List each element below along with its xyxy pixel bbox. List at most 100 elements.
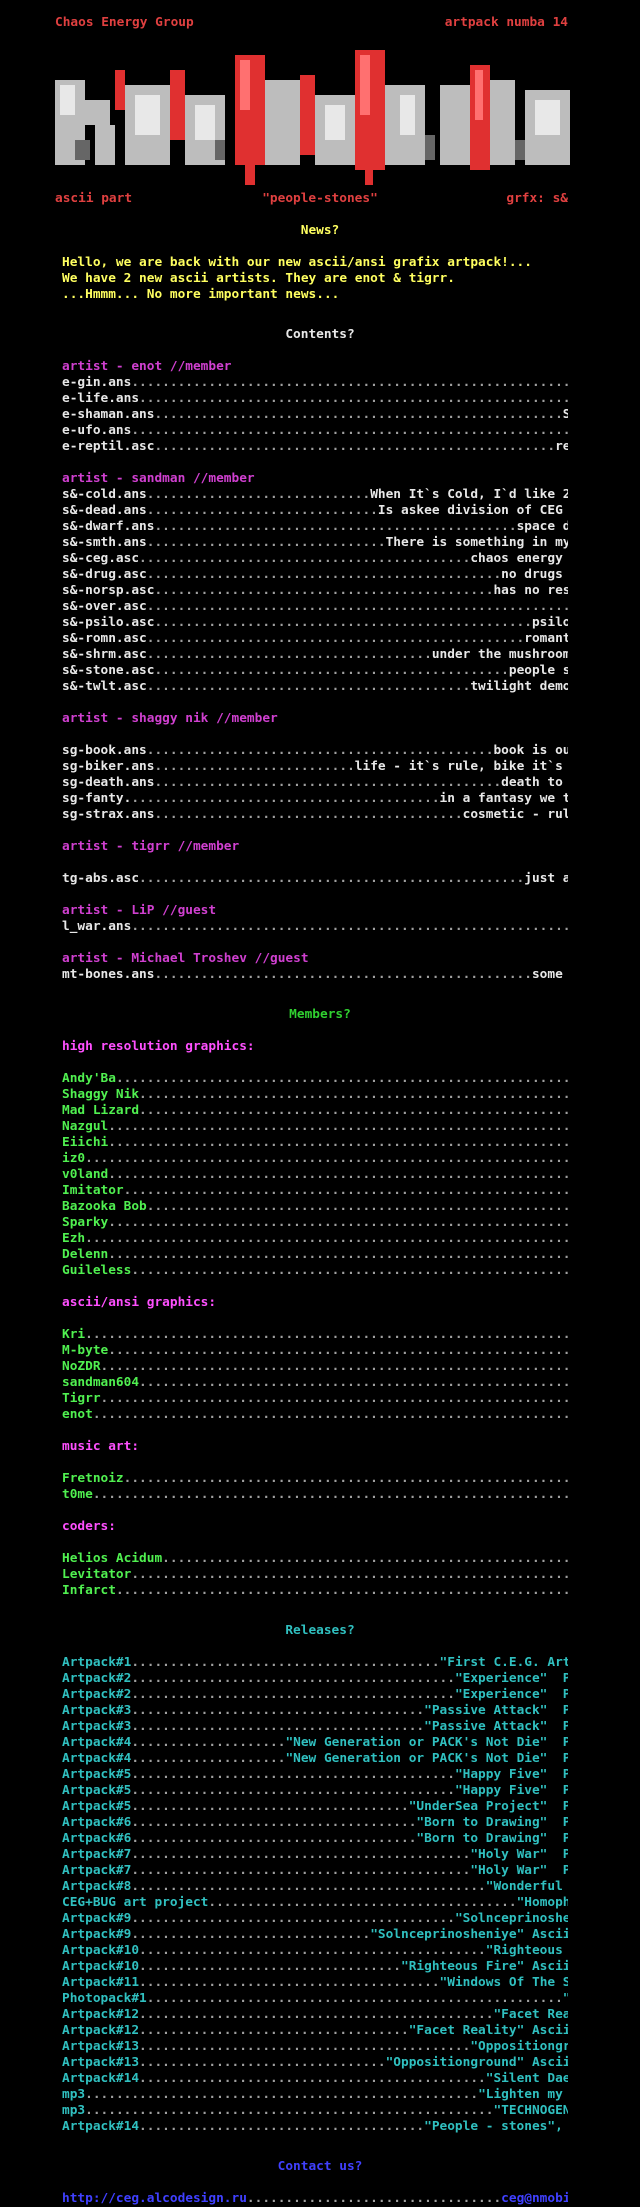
entry-name: sandman604 bbox=[62, 1375, 140, 1390]
contact-row[interactable]: http://ceg.alcodesign.ru................… bbox=[62, 2191, 568, 2207]
entry-name: Artpack#4 bbox=[62, 1735, 132, 1750]
leader-dots: ....................................... bbox=[139, 1975, 440, 1990]
entry-name: Sparky bbox=[62, 1215, 109, 1230]
entry-name: s&-norsp.asc bbox=[62, 583, 155, 598]
contents-title: Contents? bbox=[285, 327, 355, 342]
artist-heading: artist - LiP //guest bbox=[62, 903, 217, 918]
entry-value: "New Generation or PACK's Not Die" Part … bbox=[285, 1751, 568, 1766]
entry-name: e-ufo.ans bbox=[62, 423, 132, 438]
news-line: We have 2 new ascii artists. They are en… bbox=[62, 271, 455, 286]
member-row: Levitator...............................… bbox=[62, 1567, 568, 1583]
entry-name: CEG+BUG art project bbox=[62, 1895, 209, 1910]
entry-value: "Hana" bbox=[563, 1991, 568, 2006]
leader-dots: ........................................ bbox=[131, 791, 440, 806]
leader-dots: ........................................… bbox=[139, 1375, 568, 1390]
leader-dots: ........................................… bbox=[154, 615, 532, 630]
release-row: Artpack#3...............................… bbox=[62, 1703, 568, 1719]
graphics-credit: grfx: s& bbox=[506, 191, 568, 206]
release-row: Artpack#5...............................… bbox=[62, 1783, 568, 1799]
leader-dots: ........................................… bbox=[85, 2103, 494, 2118]
entry-value: "Wonderful Gluk" bbox=[485, 1879, 563, 1894]
entry-value: ceg@nmobile.ru bbox=[501, 2191, 568, 2206]
leader-dots: .............................. bbox=[146, 503, 378, 518]
entry-value: "Oppositionground" Ascii part bbox=[385, 2055, 568, 2070]
entry-name: Artpack#9 bbox=[62, 1911, 132, 1926]
leader-dots: ........................................… bbox=[85, 1231, 568, 1246]
entry-name: s&-psilo.asc bbox=[62, 615, 155, 630]
leader-dots: ........................................… bbox=[139, 1103, 568, 1118]
entry-value: "Happy Five" Part A bbox=[454, 1767, 568, 1782]
entry-value: "Experience" Part B bbox=[454, 1687, 568, 1702]
release-row: Artpack#7...............................… bbox=[62, 1847, 568, 1863]
entry-value: Shaman bbox=[562, 407, 568, 422]
entry-name: Nazgul bbox=[62, 1119, 109, 1134]
entry-value: under the mushroom trip bbox=[431, 647, 568, 662]
member-group-heading: music art: bbox=[62, 1439, 140, 1454]
leader-dots: ........................................… bbox=[154, 967, 532, 982]
entry-name: Artpack#3 bbox=[62, 1703, 132, 1718]
entry-value: "Experience" Part A bbox=[454, 1671, 568, 1686]
member-row: enot....................................… bbox=[62, 1407, 568, 1423]
member-row: v0land..................................… bbox=[62, 1167, 568, 1183]
leader-dots: ........................................… bbox=[154, 407, 563, 422]
entry-value: people stones bbox=[508, 663, 568, 678]
leader-dots: ........................................… bbox=[131, 1847, 471, 1862]
leader-dots: ........................................… bbox=[92, 1487, 568, 1502]
entry-name: e-shaman.ans bbox=[62, 407, 155, 422]
file-row: e-gin.ans...............................… bbox=[62, 375, 568, 391]
leader-dots: ........................................… bbox=[100, 1359, 568, 1374]
leader-dots: ........................................… bbox=[162, 1551, 568, 1566]
entry-name: s&-dead.ans bbox=[62, 503, 147, 518]
artpack-number: artpack numba 14 bbox=[444, 15, 568, 30]
release-row: Artpack#7...............................… bbox=[62, 1863, 568, 1879]
leader-dots: ........................................… bbox=[154, 775, 502, 790]
entry-name: Artpack#2 bbox=[62, 1671, 132, 1686]
file-row: s&-drug.asc.............................… bbox=[62, 567, 568, 583]
entry-name: mp3 bbox=[62, 2087, 86, 2102]
entry-name: s&-cold.ans bbox=[62, 487, 147, 502]
leader-dots: ........................................… bbox=[85, 2087, 479, 2102]
entry-name: mp3 bbox=[62, 2103, 86, 2118]
release-row: Artpack#14..............................… bbox=[62, 2071, 568, 2087]
entry-value: book is our god bbox=[493, 743, 568, 758]
leader-dots: ............................... bbox=[131, 1927, 371, 1942]
entry-value: "Lighten my doom" bbox=[478, 2087, 563, 2102]
release-row: Artpack#13..............................… bbox=[62, 2039, 568, 2055]
entry-name: Artpack#6 bbox=[62, 1815, 132, 1830]
entry-name: s&-romn.asc bbox=[62, 631, 147, 646]
release-row: mp3.....................................… bbox=[62, 2103, 568, 2119]
entry-name: mt-bones.ans bbox=[62, 967, 155, 982]
entry-name: s&-smth.ans bbox=[62, 535, 147, 550]
leader-dots: .......................... bbox=[154, 759, 355, 774]
entry-name: Artpack#13 bbox=[62, 2055, 140, 2070]
leader-dots: ........................................… bbox=[108, 1247, 568, 1262]
entry-name: e-reptil.asc bbox=[62, 439, 155, 454]
leader-dots: ........................................… bbox=[108, 1343, 568, 1358]
entry-value: "Solnceprinosheniye" Ascii part bbox=[370, 1927, 568, 1942]
entry-name: Artpack#3 bbox=[62, 1719, 132, 1734]
file-row: sg-death.ans............................… bbox=[62, 775, 568, 791]
leader-dots: ...................................... bbox=[131, 1703, 425, 1718]
entry-name: Artpack#13 bbox=[62, 2039, 140, 2054]
leader-dots: ........................................ bbox=[208, 1895, 517, 1910]
entry-name: Artpack#14 bbox=[62, 2119, 140, 2134]
releases-title: Releases? bbox=[285, 1623, 355, 1638]
file-row: s&-over.asc.............................… bbox=[62, 599, 568, 615]
entry-value: "Oppositionground" bbox=[470, 2039, 568, 2054]
entry-name: Shaggy Nik bbox=[62, 1087, 140, 1102]
entry-name: Delenn bbox=[62, 1247, 109, 1262]
release-row: Artpack#10..............................… bbox=[62, 1943, 568, 1959]
member-group-heading: coders: bbox=[62, 1519, 116, 1534]
contact-title: Contact us? bbox=[277, 2159, 363, 2174]
entry-value: "Born to Drawing" Part A bbox=[416, 1815, 568, 1830]
leader-dots: ........................................… bbox=[131, 1783, 455, 1798]
entry-value: "People - stones", Ascii bbox=[424, 2119, 563, 2134]
entry-value: death to earth bbox=[501, 775, 563, 790]
leader-dots: ........................................… bbox=[85, 1327, 568, 1342]
leader-dots: ........................................… bbox=[131, 1263, 568, 1278]
release-row: Artpack#2...............................… bbox=[62, 1687, 568, 1703]
leader-dots: ........................................… bbox=[131, 1767, 455, 1782]
leader-dots: .................... bbox=[131, 1735, 286, 1750]
member-row: Guileless...............................… bbox=[62, 1263, 568, 1279]
leader-dots: ........................................… bbox=[139, 2039, 471, 2054]
